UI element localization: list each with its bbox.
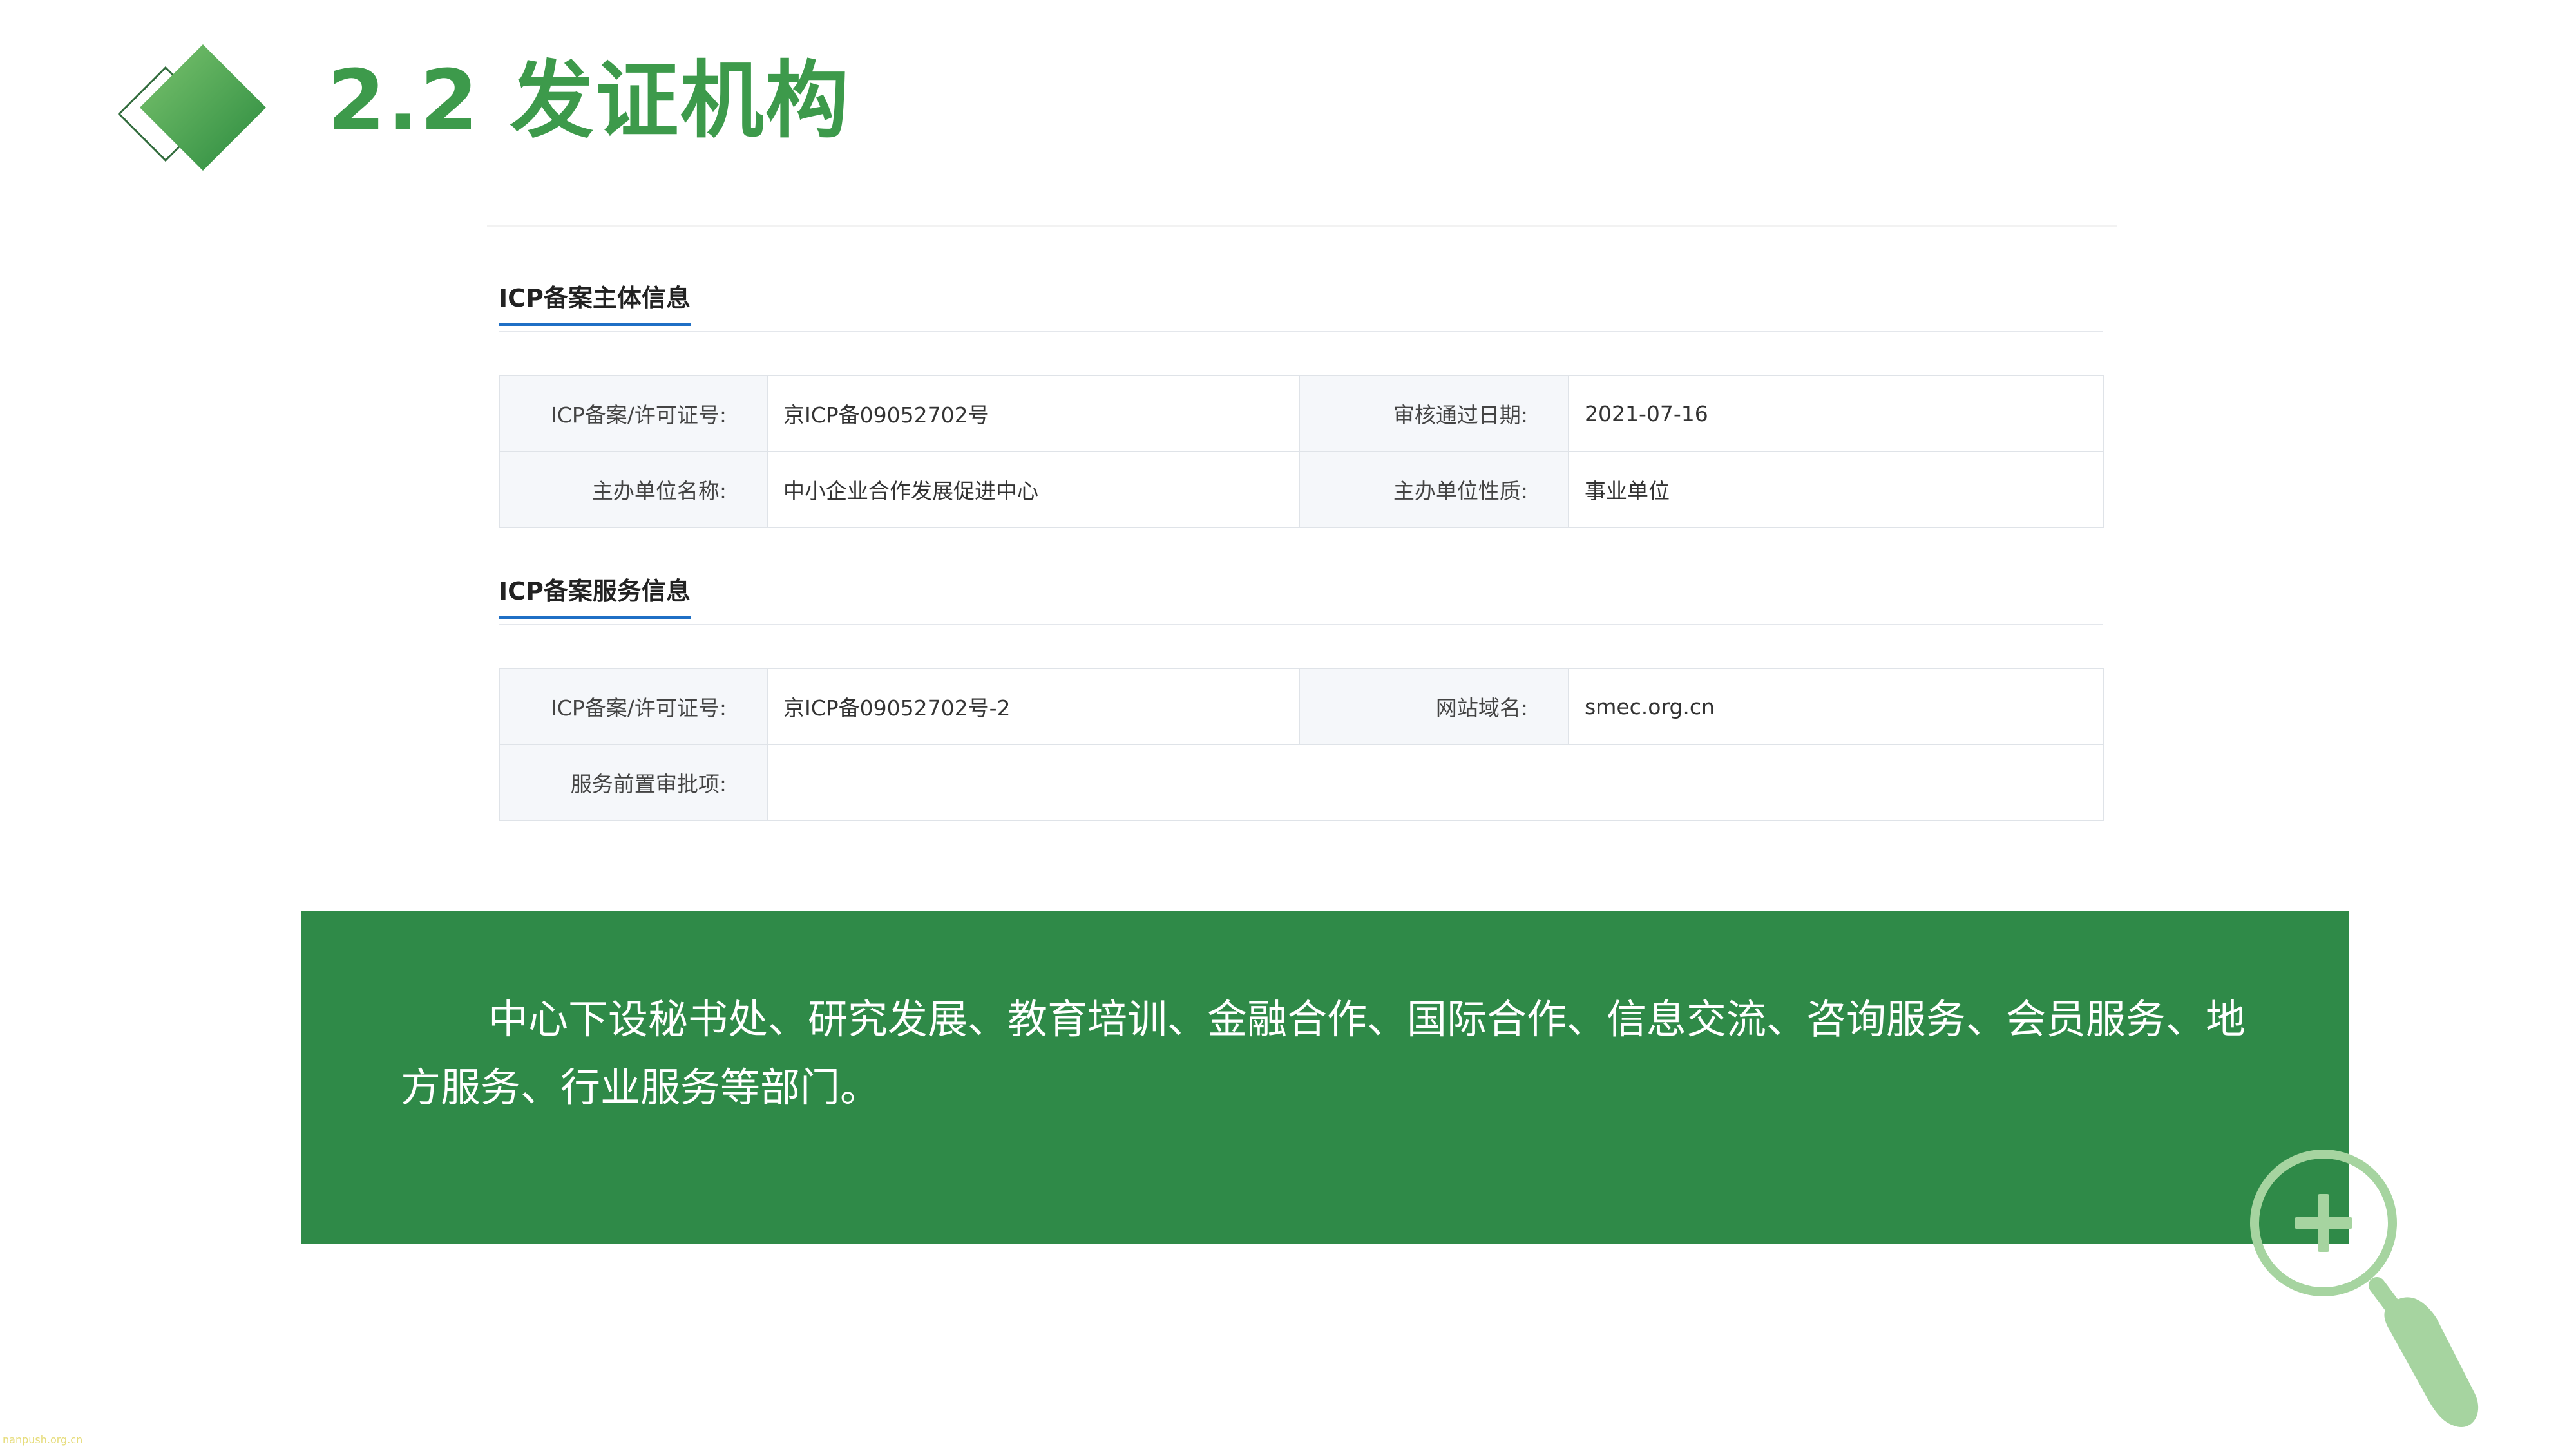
watermark: nanpush.org.cn: [3, 1434, 83, 1446]
description-text: 中心下设秘书处、研究发展、教育培训、金融合作、国际合作、信息交流、咨询服务、会员…: [401, 996, 2246, 1111]
subject-info-table: ICP备案/许可证号: 京ICP备09052702号 审核通过日期: 2021-…: [499, 375, 2104, 528]
domain-label: 网站域名:: [1299, 668, 1569, 745]
license-number-label: ICP备案/许可证号:: [499, 375, 768, 452]
approval-date-value: 2021-07-16: [1568, 375, 2104, 452]
organizer-name-value: 中小企业合作发展促进中心: [767, 451, 1300, 528]
table-row: ICP备案/许可证号: 京ICP备09052702号 审核通过日期: 2021-…: [499, 375, 2104, 452]
table-row: ICP备案/许可证号: 京ICP备09052702号-2 网站域名: smec.…: [499, 668, 2104, 745]
diamond-title-icon: [117, 44, 266, 171]
section-divider: [499, 624, 2103, 625]
domain-value: smec.org.cn: [1568, 668, 2104, 745]
magnifier-plus-icon: [2250, 1150, 2479, 1428]
approval-date-label: 审核通过日期:: [1299, 375, 1569, 452]
service-license-label: ICP备案/许可证号:: [499, 668, 768, 745]
organizer-type-label: 主办单位性质:: [1299, 451, 1569, 528]
section-heading-service: ICP备案服务信息: [499, 571, 691, 619]
pre-approval-value: [767, 744, 2104, 821]
section-heading-subject: ICP备案主体信息: [499, 278, 691, 326]
table-row: 主办单位名称: 中小企业合作发展促进中心 主办单位性质: 事业单位: [499, 451, 2104, 528]
section-divider: [499, 331, 2103, 332]
icp-record-screenshot: ICP备案主体信息 ICP备案/许可证号: 京ICP备09052702号 审核通…: [487, 225, 2117, 826]
table-row: 服务前置审批项:: [499, 744, 2104, 821]
organizer-type-value: 事业单位: [1568, 451, 2104, 528]
pre-approval-label: 服务前置审批项:: [499, 744, 768, 821]
license-number-value: 京ICP备09052702号: [767, 375, 1300, 452]
organizer-name-label: 主办单位名称:: [499, 451, 768, 528]
service-info-table: ICP备案/许可证号: 京ICP备09052702号-2 网站域名: smec.…: [499, 668, 2104, 821]
service-license-value: 京ICP备09052702号-2: [767, 668, 1300, 745]
slide-title: 2.2 发证机构: [327, 52, 850, 149]
description-panel: 中心下设秘书处、研究发展、教育培训、金融合作、国际合作、信息交流、咨询服务、会员…: [301, 911, 2349, 1244]
